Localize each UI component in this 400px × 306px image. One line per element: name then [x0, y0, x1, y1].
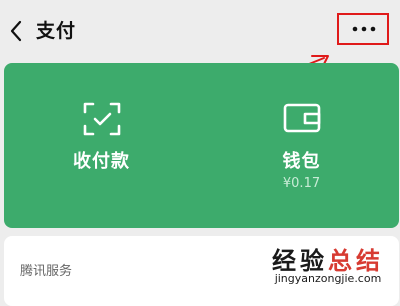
scan-check-icon — [83, 102, 120, 136]
payment-card: 收付款 钱包 ¥0.17 — [4, 63, 399, 228]
wallet-icon — [283, 103, 320, 133]
wallet-balance: ¥0.17 — [282, 176, 321, 191]
chevron-left-icon — [10, 20, 22, 42]
more-options-button[interactable] — [337, 13, 391, 47]
wallet-label: 钱包 — [282, 151, 321, 172]
receive-pay-label: 收付款 — [73, 151, 130, 172]
services-title: 腾讯服务 — [20, 264, 73, 279]
services-section: 腾讯服务 — [4, 236, 399, 306]
more-dots-icon — [352, 26, 376, 32]
page-title: 支付 — [36, 20, 77, 42]
wallet-button[interactable]: 钱包 ¥0.17 — [204, 63, 399, 228]
back-button[interactable] — [6, 18, 28, 44]
receive-pay-button[interactable]: 收付款 — [4, 63, 199, 228]
header-bar: 支付 — [0, 0, 400, 60]
